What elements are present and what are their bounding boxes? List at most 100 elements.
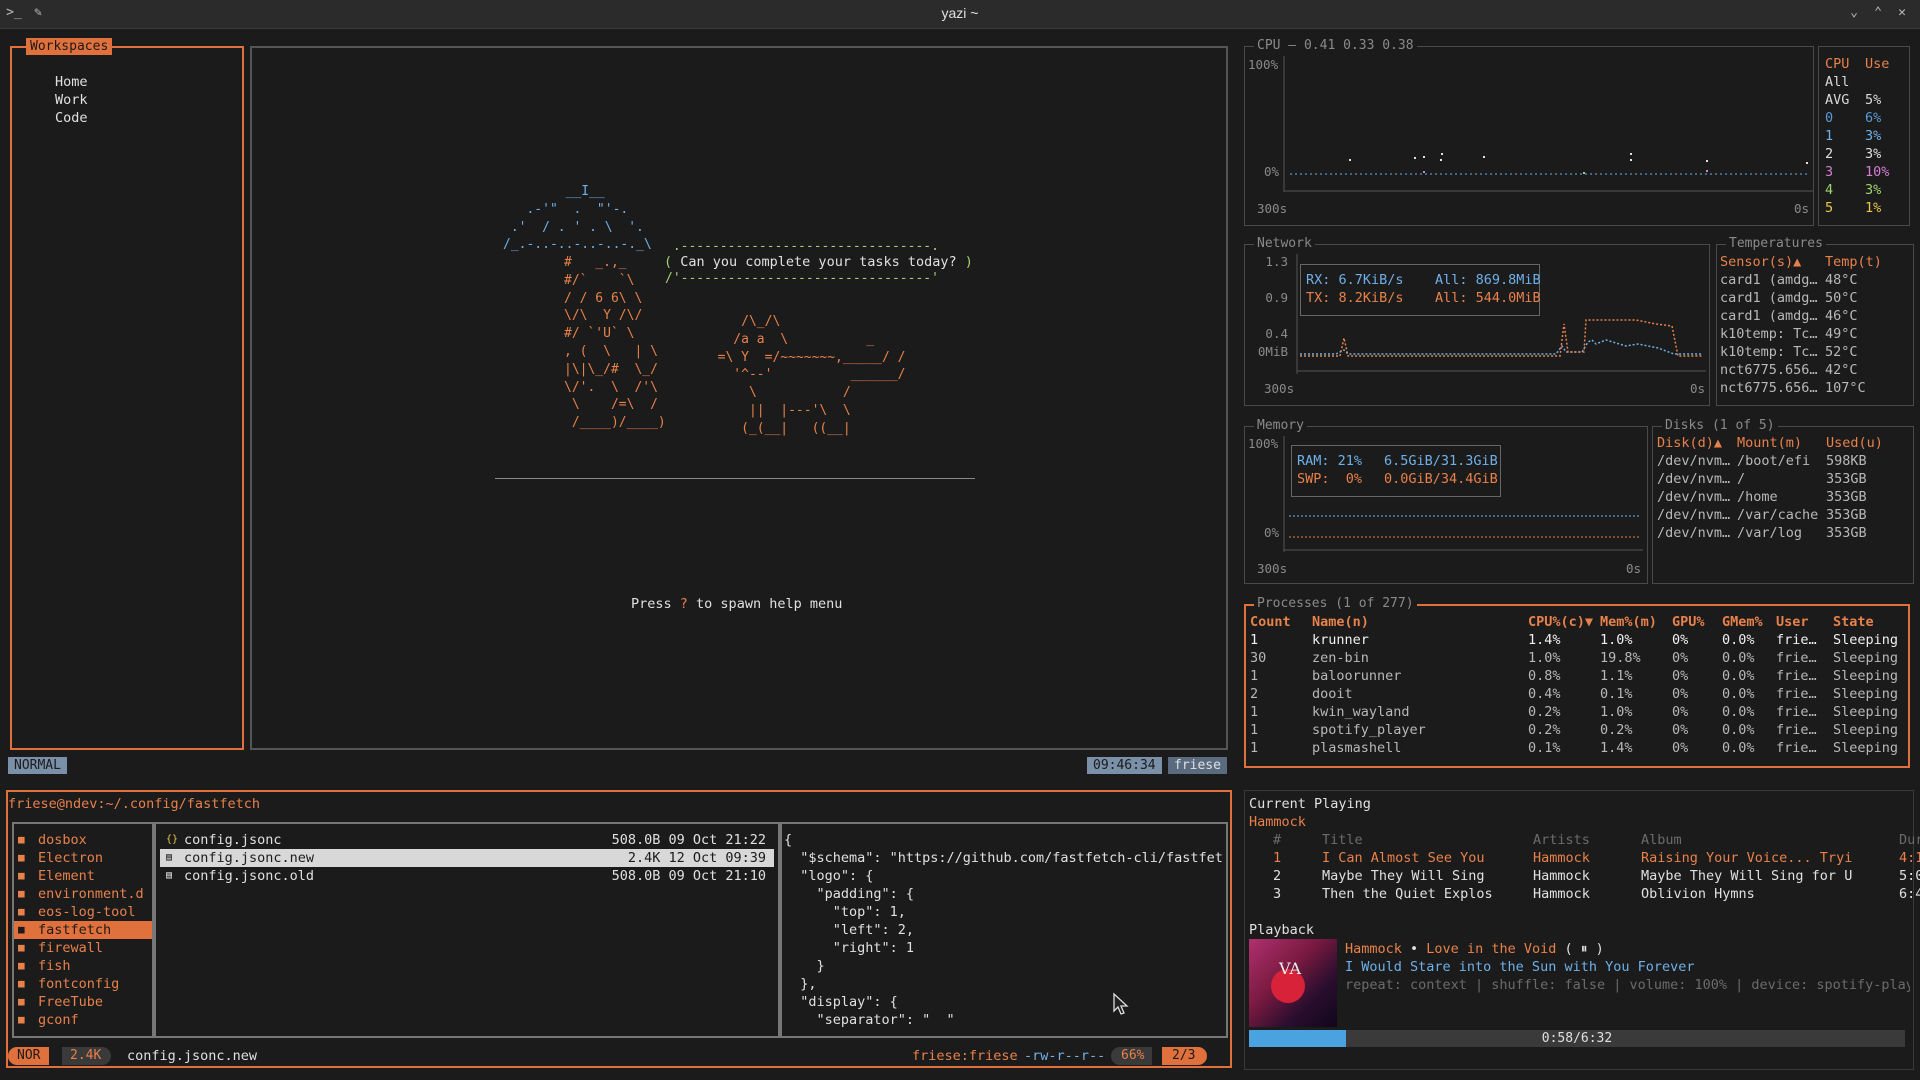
file-item[interactable]: {} config.jsonc 508.0B 09 Oct 21:22	[160, 831, 774, 849]
directory-item[interactable]: ■ environment.d	[14, 885, 152, 903]
process-row-cell: 1	[1250, 722, 1259, 738]
network-rx: RX: 6.7KiB/s	[1306, 272, 1404, 288]
track-row-cell: Maybe They Will Sing for U	[1641, 868, 1853, 884]
folder-icon: ■	[18, 941, 25, 954]
process-column-header[interactable]: Count	[1250, 613, 1291, 631]
folder-icon: ■	[18, 887, 25, 900]
disks-row-cell: /var/log	[1737, 525, 1803, 541]
track-row-cell: Oblivion Hymns	[1641, 886, 1755, 902]
directory-item[interactable]: ■ fish	[14, 957, 152, 975]
memory-ram-value: 6.5GiB/31.3GiB	[1384, 453, 1498, 469]
temps-row-cell: 48°C	[1825, 272, 1858, 288]
progress-bar[interactable]: 0:58/6:32	[1249, 1030, 1905, 1047]
directory-name: Element	[38, 868, 95, 884]
directory-item[interactable]: ■ gconf	[14, 1011, 152, 1029]
cpu-legend-name: AVG	[1825, 92, 1850, 108]
directory-item[interactable]: ■ fontconfig	[14, 975, 152, 993]
cpu-graph	[1283, 56, 1813, 192]
temps-row-cell: nct6775.656…	[1720, 362, 1818, 378]
process-row-cell: 1	[1250, 740, 1259, 756]
process-column-header[interactable]: GMem%	[1722, 613, 1763, 631]
close-icon[interactable]: ✕	[1894, 5, 1910, 21]
temperatures-label: Temperatures	[1726, 236, 1826, 252]
network-x-right: 0s	[1690, 381, 1706, 396]
file-icon: ▤	[166, 870, 173, 881]
directory-name: gconf	[38, 1012, 79, 1028]
process-row-cell: 0.8%	[1528, 668, 1561, 684]
temps-row-cell: 42°C	[1825, 362, 1858, 378]
process-column-header[interactable]: CPU%(c)▼	[1528, 613, 1593, 631]
now-playing-album: Love in the Void	[1426, 941, 1557, 957]
folder-icon: ■	[18, 905, 25, 918]
memory-ram: RAM: 21%	[1297, 453, 1363, 469]
help-hint: Press ? to spawn help menu	[631, 596, 843, 612]
process-row-cell: 0.2%	[1528, 704, 1561, 720]
divider	[495, 478, 975, 479]
yazi-position: 2/3	[1162, 1047, 1208, 1065]
maximize-icon[interactable]: ⌃	[1870, 5, 1886, 21]
process-row-cell: 30	[1250, 650, 1267, 666]
tracks-column-header: Artists	[1533, 832, 1590, 848]
directory-name: fontconfig	[38, 976, 120, 992]
preview-line: "padding": {	[784, 886, 915, 902]
process-row-cell: 1.0%	[1600, 632, 1633, 648]
process-row-cell: 1	[1250, 704, 1259, 720]
cpu-legend-name: 2	[1825, 146, 1834, 162]
chevron-down-icon[interactable]: ⌄	[1846, 5, 1862, 21]
network-y-tick: 1.3	[1265, 254, 1288, 269]
file-meta: 2.4K 12 Oct 09:39	[627, 850, 766, 866]
folder-icon: ■	[18, 833, 25, 846]
directory-item[interactable]: ■ dosbox	[14, 831, 152, 849]
track-row-cell: 1	[1273, 850, 1282, 866]
file-item[interactable]: ▤ config.jsonc.old 508.0B 09 Oct 21:10	[160, 867, 774, 885]
process-row-cell: frie…	[1776, 704, 1817, 720]
directory-item[interactable]: ■ FreeTube	[14, 993, 152, 1011]
directory-item[interactable]: ■ fastfetch	[14, 921, 152, 939]
track-row-cell: 4:15	[1899, 850, 1920, 866]
disks-row-cell: 353GB	[1826, 489, 1867, 505]
process-column-header[interactable]: GPU%	[1672, 613, 1705, 631]
file-meta: 508.0B 09 Oct 21:22	[611, 832, 766, 848]
process-row-cell: 0.1%	[1600, 686, 1633, 702]
disks-row-cell: /var/cache	[1737, 507, 1819, 523]
process-column-header[interactable]: User	[1776, 613, 1809, 631]
track-row-cell: 2	[1273, 868, 1282, 884]
temps-head-temp: Temp(t)	[1825, 254, 1882, 270]
disks-row-cell: /dev/nvm…	[1657, 507, 1731, 523]
process-row-cell: 0%	[1672, 722, 1689, 738]
process-row-cell: spotify_player	[1312, 722, 1426, 738]
directory-item[interactable]: ■ Electron	[14, 849, 152, 867]
pause-icon[interactable]: ( ⏸ )	[1564, 941, 1603, 957]
cpu-legend-row: AVG 5%	[1825, 91, 1905, 109]
file-item[interactable]: ▤ config.jsonc.new 2.4K 12 Oct 09:39	[160, 849, 774, 867]
preview-line: "right": 1	[784, 940, 915, 956]
directory-item[interactable]: ■ firewall	[14, 939, 152, 957]
directory-name: firewall	[38, 940, 104, 956]
disks-row-cell: /dev/nvm…	[1657, 489, 1731, 505]
workspaces-list: Home Work Code	[55, 73, 88, 127]
process-row-cell: Sleeping	[1833, 650, 1899, 666]
process-row-cell: 0%	[1672, 686, 1689, 702]
directory-item[interactable]: ■ Element	[14, 867, 152, 885]
directory-item[interactable]: ■ eos-log-tool	[14, 903, 152, 921]
process-column-header[interactable]: Name(n)	[1312, 613, 1369, 631]
workspace-item[interactable]: Home	[55, 73, 88, 91]
memory-y-top: 100%	[1248, 436, 1279, 451]
workspace-item[interactable]: Work	[55, 91, 88, 109]
processes-label: Processes (1 of 277)	[1254, 596, 1417, 612]
process-row-cell: 1.4%	[1600, 740, 1633, 756]
workspace-item[interactable]: Code	[55, 109, 88, 127]
cpu-x-left: 300s	[1257, 201, 1288, 216]
yazi-owner: friese:friese	[912, 1048, 1018, 1064]
process-column-header[interactable]: State	[1833, 613, 1874, 631]
temps-row-cell: card1 (amdg…	[1720, 308, 1818, 324]
cowsay-text: Can you complete your tasks today?	[680, 254, 957, 270]
playback-label: Playback	[1249, 922, 1315, 938]
window-title: yazi ~	[941, 5, 979, 21]
track-row-cell: 5:08	[1899, 868, 1920, 884]
json-file-icon: {}	[166, 834, 179, 845]
process-column-header[interactable]: Mem%(m)	[1600, 613, 1657, 631]
ascii-figure: # _.,_ #/` `\ / / 6 6\ \ \/\ Y /\/ #/ `'…	[564, 255, 666, 431]
disks-row-cell: /	[1737, 471, 1746, 487]
memory-label: Memory	[1254, 418, 1307, 434]
